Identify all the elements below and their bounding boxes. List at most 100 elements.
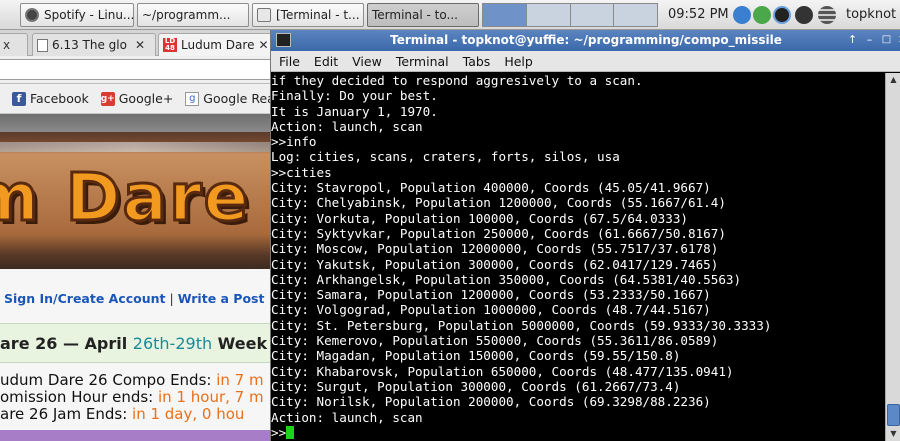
terminal-line: if they decided to respond aggresively t… — [271, 73, 643, 88]
network-icon[interactable] — [733, 6, 751, 24]
terminal-titlebar[interactable]: Terminal - topknot@yuffie: ~/programming… — [271, 30, 900, 51]
update-icon[interactable] — [753, 6, 771, 24]
scroll-down-icon[interactable]: ▼ — [886, 427, 900, 441]
deadline-list: udum Dare 26 Compo Ends: in 7 m omission… — [0, 372, 264, 423]
workspace-2[interactable] — [527, 4, 571, 26]
terminal-line: City: St. Petersburg, Population 5000000… — [271, 317, 772, 333]
taskbar-item-label: [Terminal - t... — [276, 8, 360, 22]
menu-file[interactable]: File — [279, 54, 300, 69]
workspace-1[interactable] — [483, 4, 527, 26]
menu-icon[interactable] — [818, 6, 836, 24]
terminal-line: >>info — [271, 134, 317, 150]
terminal-title: Terminal - topknot@yuffie: ~/programming… — [390, 33, 782, 47]
top-panel: Spotify - Linu... ~/programm... [Termina… — [0, 0, 900, 30]
menu-terminal[interactable]: Terminal — [396, 54, 449, 69]
site-logo[interactable]: m Dare — [0, 158, 250, 238]
menu-tabs[interactable]: Tabs — [463, 54, 491, 69]
terminal-line: Finally: Do your best. — [271, 88, 438, 104]
spotify-icon — [25, 8, 39, 22]
scrollbar-thumb[interactable] — [887, 404, 900, 426]
taskbar-item-label: ~/programm... — [142, 8, 231, 22]
close-tab-icon[interactable]: x — [3, 38, 10, 52]
taskbar-item-terminal-active[interactable]: Terminal - to... — [367, 3, 479, 27]
browser-tab-label: 6.13 The glo — [52, 38, 127, 52]
deadline-label: omission Hour ends: — [0, 388, 158, 406]
sign-in-link[interactable]: Sign In/Create Account — [4, 291, 166, 306]
bookmark-facebook[interactable]: f Facebook — [12, 91, 89, 106]
terminal-line: It is January 1, 1970. — [271, 103, 438, 119]
terminal-line: City: Stavropol, Population 400000, Coor… — [271, 180, 711, 196]
minimize-icon[interactable]: – — [862, 32, 877, 48]
deadline-item: omission Hour ends: in 1 hour, 7 m — [0, 389, 264, 406]
power-icon[interactable] — [795, 6, 813, 24]
taskbar-item-terminal-minimized[interactable]: [Terminal - t... — [252, 3, 364, 27]
write-post-link[interactable]: Write a Post — [178, 291, 265, 306]
terminal-line: City: Samara, Population 1200000, Coords… — [271, 287, 711, 303]
workspace-switcher[interactable] — [482, 3, 658, 27]
workspace-4[interactable] — [614, 4, 657, 26]
google-plus-icon: g+ — [100, 91, 115, 106]
terminal-window: Terminal - topknot@yuffie: ~/programming… — [270, 30, 900, 441]
terminal-prompt-line[interactable]: >> — [271, 425, 885, 440]
browser-tab-strip: x 6.13 The glo ✕ LD 48 Ludum Dare ✕ — [0, 30, 270, 56]
bookmarks-bar: f Facebook g+ Google+ g Google Rea — [0, 84, 270, 114]
taskbar-item-programming[interactable]: ~/programm... — [137, 3, 249, 27]
bookmark-label: Google Rea — [203, 91, 270, 106]
terminal-prompt: >> — [271, 424, 287, 440]
terminal-line: >>cities — [271, 164, 332, 180]
workspace-3[interactable] — [571, 4, 615, 26]
deadline-value: in 1 day, 0 hou — [132, 405, 245, 423]
panel-username[interactable]: topknot — [846, 7, 896, 22]
menu-help[interactable]: Help — [504, 54, 533, 69]
purple-section-bar — [0, 430, 270, 441]
deadline-label: are 26 Jam Ends: — [0, 405, 133, 423]
scroll-up-icon[interactable]: ▲ — [886, 73, 900, 87]
close-icon[interactable]: ✕ — [895, 32, 900, 48]
maximize-icon[interactable]: □ — [879, 32, 894, 48]
browser-tab-3[interactable]: LD 48 Ludum Dare ✕ — [158, 33, 270, 56]
bookmark-google-reader[interactable]: g Google Rea — [185, 91, 270, 106]
terminal-line: City: Kemerovo, Population 550000, Coord… — [271, 333, 719, 349]
taskbar-item-spotify[interactable]: Spotify - Linu... — [20, 3, 134, 27]
terminal-line: City: Magadan, Population 150000, Coords… — [271, 348, 681, 364]
web-page: m Dare m Dare Sign In/Create Account | W… — [0, 114, 270, 441]
close-tab-icon[interactable]: ✕ — [258, 38, 268, 52]
document-icon — [37, 38, 48, 52]
deadline-item: are 26 Jam Ends: in 1 day, 0 hou — [0, 406, 264, 423]
browser-tab-1[interactable]: x — [0, 33, 28, 56]
bookmark-google-plus[interactable]: g+ Google+ — [100, 91, 173, 106]
event-heading-suffix: Week — [212, 334, 268, 353]
facebook-icon: f — [12, 91, 26, 106]
terminal-line: City: Volgograd, Population 1000000, Coo… — [271, 302, 711, 318]
menu-edit[interactable]: Edit — [314, 54, 338, 69]
panel-clock[interactable]: 09:52 PM — [668, 7, 729, 22]
browser-tab-2[interactable]: 6.13 The glo ✕ — [32, 33, 156, 56]
deadline-label: udum Dare 26 Compo Ends: — [0, 371, 217, 389]
url-field[interactable] — [0, 59, 270, 80]
event-dates: 26th-29th — [132, 334, 213, 353]
ludum-dare-icon: LD 48 — [163, 37, 177, 52]
terminal-line: City: Norilsk, Population 200000, Coords… — [271, 394, 711, 410]
menu-view[interactable]: View — [352, 54, 382, 69]
browser-window: x 6.13 The glo ✕ LD 48 Ludum Dare ✕ f Fac… — [0, 30, 270, 441]
browser-tab-label: Ludum Dare — [181, 38, 255, 52]
taskbar-item-label: Terminal - to... — [372, 8, 458, 22]
event-heading-prefix: are 26 — April — [0, 334, 133, 353]
terminal-menubar: File Edit View Terminal Tabs Help — [271, 51, 900, 72]
browser-toolbar — [0, 56, 270, 84]
terminal-line: City: Khabarovsk, Population 650000, Coo… — [271, 363, 734, 379]
terminal-line: City: Surgut, Population 300000, Coords … — [271, 378, 681, 394]
terminal-line: Action: launch, scan — [271, 118, 423, 134]
site-banner: m Dare m Dare — [0, 114, 270, 269]
up-arrow-icon[interactable]: ↑ — [845, 32, 860, 48]
terminal-scrollbar[interactable]: ▲ ▼ — [885, 73, 900, 441]
terminal-line: City: Vorkuta, Population 100000, Coords… — [271, 210, 689, 226]
volume-icon[interactable] — [773, 6, 791, 24]
link-separator: | — [169, 291, 174, 306]
terminal-output[interactable]: if they decided to respond aggresively t… — [271, 73, 885, 441]
banner-stripe — [0, 142, 270, 152]
terminal-line: City: Syktyvkar, Population 250000, Coor… — [271, 225, 726, 241]
deadline-value: in 1 hour, 7 m — [158, 388, 264, 406]
terminal-icon — [257, 8, 271, 22]
close-tab-icon[interactable]: ✕ — [135, 38, 145, 52]
